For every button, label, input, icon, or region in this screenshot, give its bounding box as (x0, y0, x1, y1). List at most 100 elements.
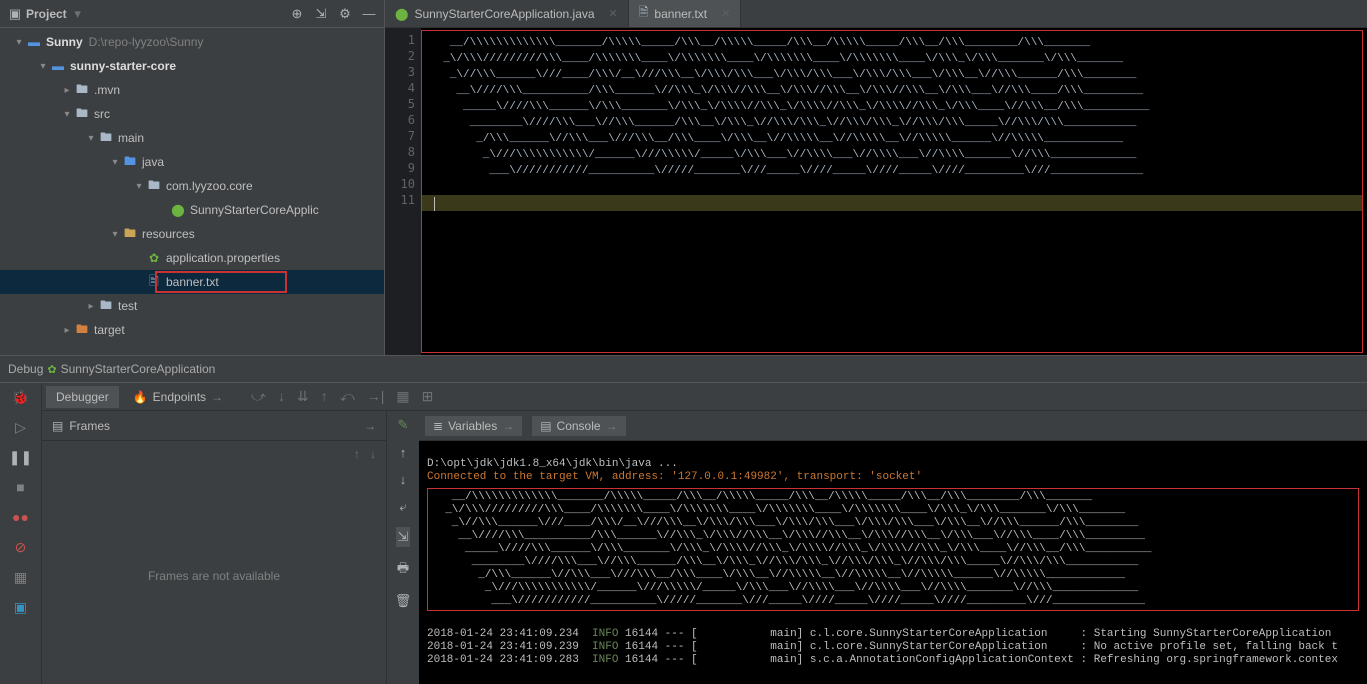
module-icon: ▬ (26, 35, 42, 49)
evaluate-icon[interactable]: ▦ (396, 388, 409, 405)
txt-file-icon: 🗎 (639, 3, 649, 24)
resources-folder-icon: 🖿 (122, 224, 138, 245)
variables-icon: ≣ (433, 419, 443, 433)
close-icon[interactable]: ✕ (721, 7, 730, 20)
tree-app-class[interactable]: ⬤ SunnyStarterCoreApplic (0, 198, 384, 222)
hide-icon[interactable]: — (362, 7, 376, 21)
settings-icon[interactable]: ▣ (13, 599, 29, 615)
mute-breakpoints-icon[interactable]: ⊘ (13, 539, 29, 555)
tree-target[interactable]: ▸ 🖿 target (0, 318, 384, 342)
console-output[interactable]: D:\opt\jdk\jdk1.8_x64\jdk\bin\java ... C… (419, 441, 1367, 684)
close-icon[interactable]: ✕ (609, 7, 618, 20)
up-icon[interactable]: ↑ (400, 445, 407, 460)
frames-empty-msg: Frames are not available (42, 467, 386, 684)
tab-java-file[interactable]: ⬤ SunnyStarterCoreApplication.java ✕ (385, 0, 629, 27)
tree-module-core[interactable]: ▾ ▬ sunny-starter-core (0, 54, 384, 78)
tree-test[interactable]: ▸ 🖿 test (0, 294, 384, 318)
view-breakpoints-icon[interactable]: ●● (13, 509, 29, 525)
project-panel: ▣ Project ▾ ⊕ ⇲ ⚙ — ▾ ▬ Sunny D:\repo-ly… (0, 0, 385, 355)
frames-icon: ▤ (52, 419, 63, 433)
pause-icon[interactable]: ❚❚ (13, 449, 29, 465)
debug-label: Debug (8, 362, 43, 376)
debugger-tabs: Debugger 🔥 Endpoints → ⤻ ↓ ⇊ ↑ ⤺ →| ▦ ⊞ (42, 383, 1367, 411)
soft-wrap-icon[interactable]: ⤶ (399, 499, 406, 515)
editor-body[interactable]: 12345 67891011 __/\\\\\\\\\\\\\_______/\… (385, 28, 1367, 355)
tree-src[interactable]: ▾ 🖿 src (0, 102, 384, 126)
step-over-icon[interactable]: ⤻ (251, 388, 266, 405)
project-icon: ▣ (8, 7, 22, 21)
filter-icon[interactable]: ✎ (398, 417, 409, 433)
debug-sidebar-tools: 🐞 ▷ ❚❚ ■ ●● ⊘ ▦ ▣ (0, 383, 42, 684)
spring-leaf-icon: ✿ (47, 363, 56, 376)
frames-pane: ▤ Frames → ↑ ↓ Frames are not available (42, 411, 387, 684)
line-gutter: 12345 67891011 (385, 28, 421, 355)
console-log-line: 2018-01-24 23:41:09.239 INFO 16144 --- [… (427, 641, 1338, 653)
force-step-into-icon[interactable]: ⇊ (297, 388, 309, 405)
console-ascii: __/\\\\\\\\\\\\\_______/\\\\\_____/\\\__… (432, 491, 1152, 607)
tree-root[interactable]: ▾ ▬ Sunny D:\repo-lyyzoo\Sunny (0, 30, 384, 54)
console-log-line: 2018-01-24 23:41:09.283 INFO 16144 --- [… (427, 654, 1338, 666)
folder-icon: 🖿 (98, 128, 114, 149)
debugger-toolwindow: 🐞 ▷ ❚❚ ■ ●● ⊘ ▦ ▣ Debugger 🔥 Endpoints →… (0, 383, 1367, 684)
gear-icon[interactable]: ⚙ (338, 7, 352, 21)
target-folder-icon: 🖿 (74, 320, 90, 341)
tree-app-props[interactable]: ✿ application.properties (0, 246, 384, 270)
tree-resources[interactable]: ▾ 🖿 resources (0, 222, 384, 246)
drop-frame-icon[interactable]: ⤺ (340, 388, 355, 405)
folder-icon: 🖿 (74, 104, 90, 125)
debugger-tab[interactable]: Debugger (46, 386, 119, 408)
editor-tabs: ⬤ SunnyStarterCoreApplication.java ✕ 🗎 b… (385, 0, 1367, 28)
console-cmd: D:\opt\jdk\jdk1.8_x64\jdk\bin\java ... (427, 458, 678, 470)
console-tools: ✎ ↑ ↓ ⤶ ⇲ 🖶 🗑 (387, 411, 419, 684)
next-frame-icon[interactable]: ↓ (370, 447, 376, 461)
module-icon: ▬ (50, 59, 66, 73)
run-to-cursor-icon[interactable]: →| (367, 388, 385, 405)
tree-mvn[interactable]: ▸ 🖿 .mvn (0, 78, 384, 102)
folder-icon: 🖿 (74, 80, 90, 101)
chevron-down-icon[interactable]: ▾ (71, 7, 85, 21)
project-panel-header: ▣ Project ▾ ⊕ ⇲ ⚙ — (0, 0, 384, 28)
console-header: ≣ Variables→ ▤ Console→ (419, 411, 1367, 441)
debug-config-name: SunnyStarterCoreApplication (61, 362, 216, 376)
current-line-highlight (422, 195, 1362, 211)
tree-package[interactable]: ▾ 🖿 com.lyyzoo.core (0, 174, 384, 198)
clear-icon[interactable]: 🗑 (395, 593, 412, 609)
spring-run-icon: ⬤ (395, 7, 408, 21)
tab-banner-txt[interactable]: 🗎 banner.txt ✕ (629, 0, 742, 27)
editor-area: ⬤ SunnyStarterCoreApplication.java ✕ 🗎 b… (385, 0, 1367, 355)
tree-main[interactable]: ▾ 🖿 main (0, 126, 384, 150)
variables-tab[interactable]: ≣ Variables→ (425, 416, 522, 436)
debug-breadcrumb-bar: Debug ✿ SunnyStarterCoreApplication (0, 355, 1367, 383)
collapse-icon[interactable]: ⇲ (314, 7, 328, 21)
folder-icon: 🖿 (98, 296, 114, 317)
tree-banner-txt[interactable]: 🗎 banner.txt (0, 270, 384, 294)
tree-java[interactable]: ▾ 🖿 java (0, 150, 384, 174)
project-tree[interactable]: ▾ ▬ Sunny D:\repo-lyyzoo\Sunny ▾ ▬ sunny… (0, 28, 384, 355)
source-folder-icon: 🖿 (122, 152, 138, 173)
target-icon[interactable]: ⊕ (290, 7, 304, 21)
prev-frame-icon[interactable]: ↑ (354, 447, 360, 461)
console-banner-box: __/\\\\\\\\\\\\\_______/\\\\\_____/\\\__… (427, 488, 1359, 611)
banner-ascii: __/\\\\\\\\\\\\\_______/\\\\\_____/\\\__… (422, 35, 1362, 179)
project-title: Project (26, 7, 67, 21)
stop-icon[interactable]: ■ (13, 479, 29, 495)
package-icon: 🖿 (146, 176, 162, 197)
scroll-end-icon[interactable]: ⇲ (396, 527, 411, 547)
spring-run-icon: ⬤ (170, 203, 186, 217)
step-out-icon[interactable]: ↑ (321, 388, 328, 405)
console-connected: Connected to the target VM, address: '12… (427, 471, 922, 483)
spring-leaf-icon: ✿ (146, 251, 162, 265)
console-tab[interactable]: ▤ Console→ (532, 416, 625, 436)
down-icon[interactable]: ↓ (400, 472, 407, 487)
txt-file-icon: 🗎 (146, 272, 162, 293)
resume-icon[interactable]: ▷ (13, 419, 29, 435)
step-into-icon[interactable]: ↓ (278, 388, 285, 405)
endpoints-tab[interactable]: 🔥 Endpoints → (123, 386, 233, 408)
caret (434, 197, 435, 211)
layout-icon[interactable]: ▦ (13, 569, 29, 585)
rerun-debug-icon[interactable]: 🐞 (13, 389, 29, 405)
flame-icon: 🔥 (133, 390, 148, 404)
trace-icon[interactable]: ⊞ (422, 388, 434, 405)
print-icon[interactable]: 🖶 (397, 559, 409, 581)
editor-content[interactable]: __/\\\\\\\\\\\\\_______/\\\\\_____/\\\__… (421, 30, 1363, 353)
